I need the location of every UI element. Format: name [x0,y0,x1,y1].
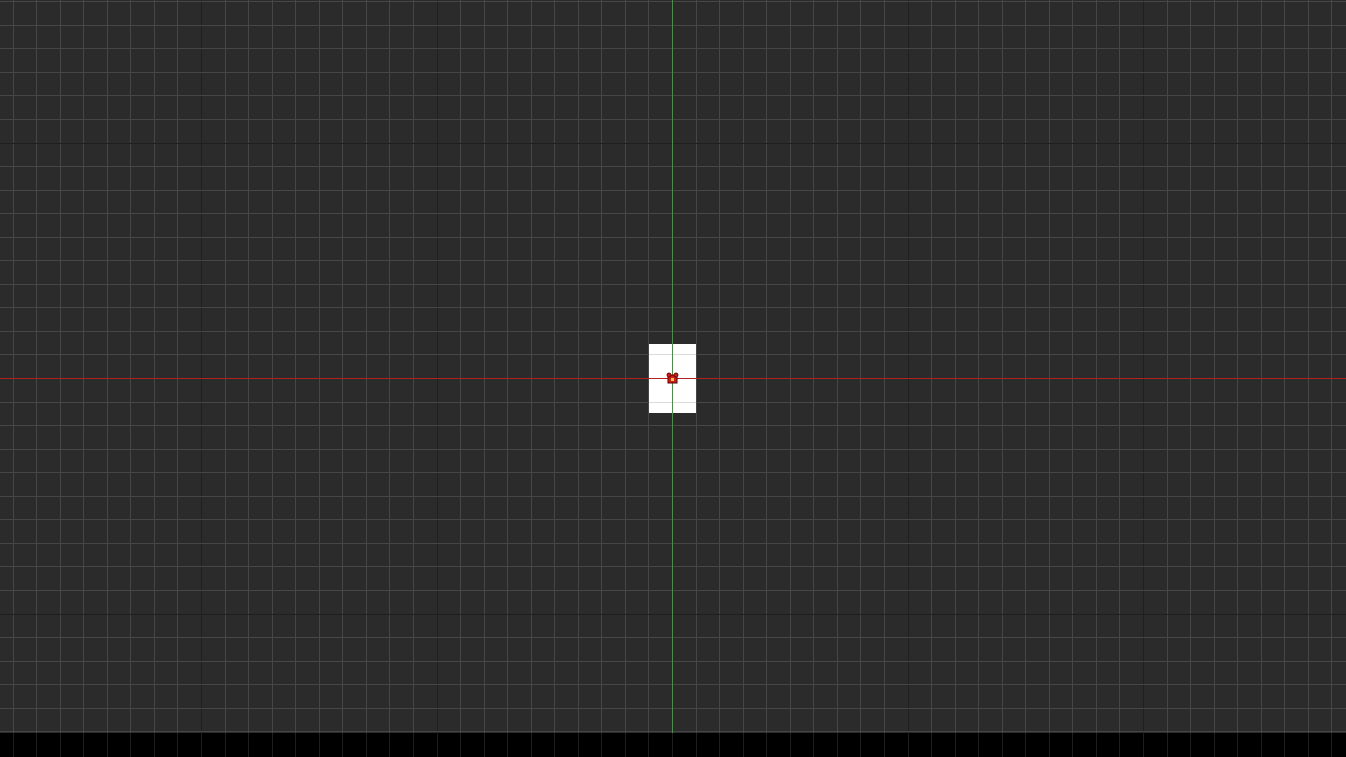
origin-gizmo-icon[interactable] [666,372,679,385]
viewport-bottom-bar [0,733,1346,757]
editor-viewport[interactable] [0,0,1346,757]
